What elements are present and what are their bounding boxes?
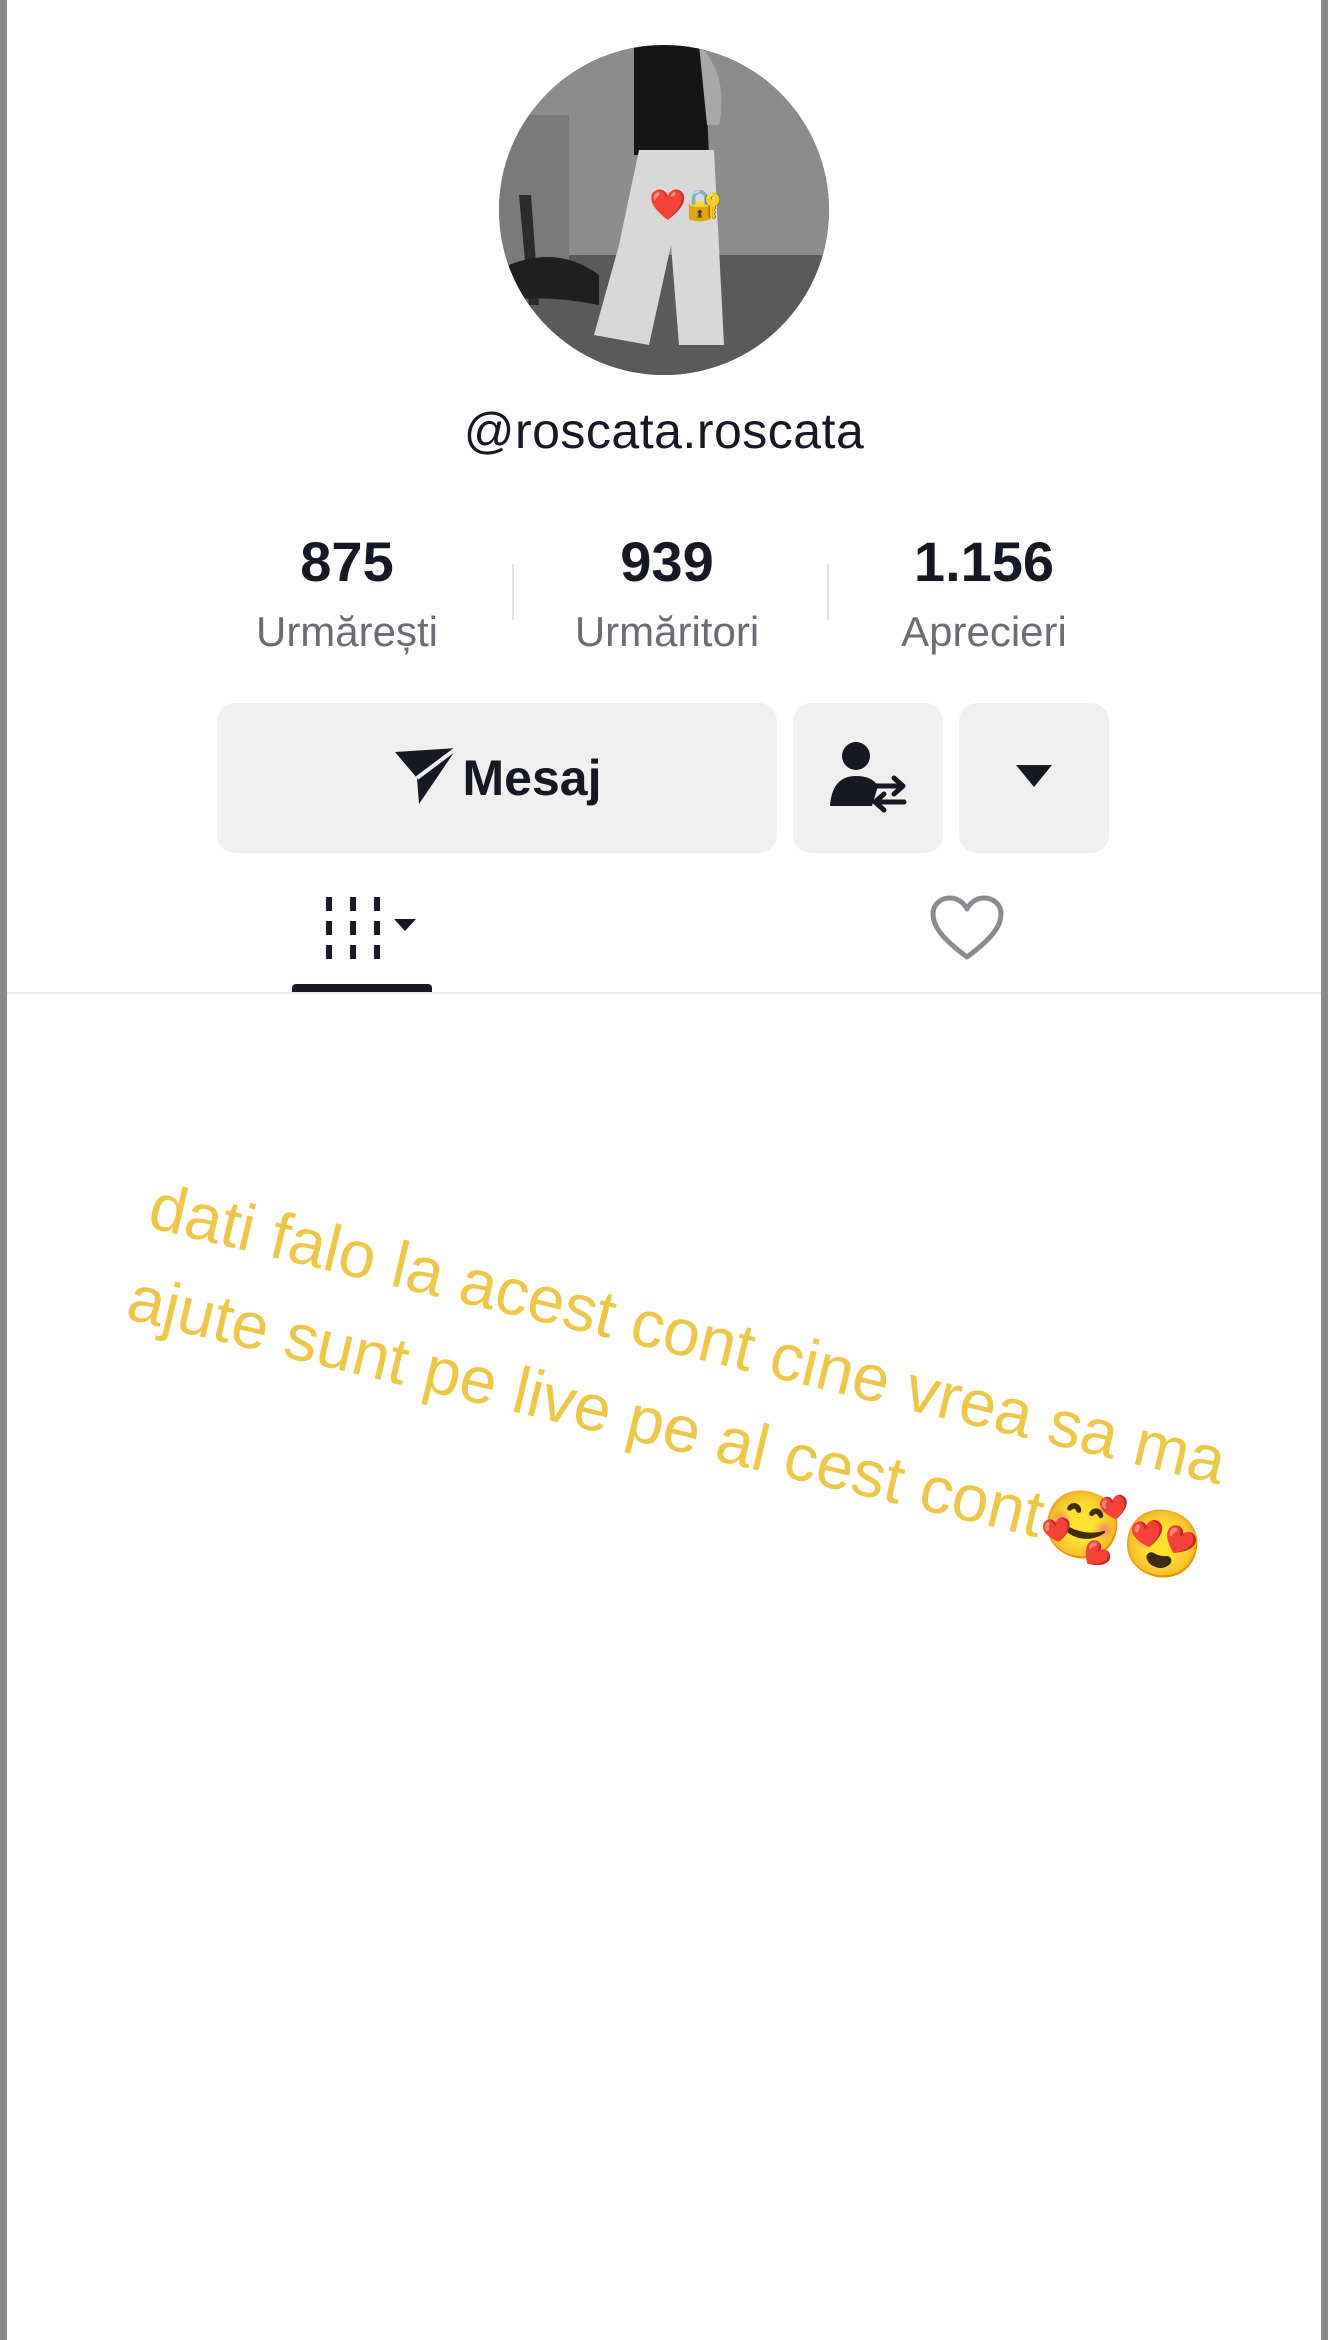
stat-followers-label: Urmăritori bbox=[574, 608, 760, 655]
username: @roscata.roscata bbox=[463, 403, 865, 459]
stat-following-label: Urmărești bbox=[255, 608, 438, 655]
avatar-photo: ❤️🔐 bbox=[499, 45, 829, 375]
more-options-button[interactable] bbox=[959, 703, 1109, 853]
stat-likes[interactable]: 1.156 Aprecieri bbox=[834, 522, 1134, 662]
content-tabs bbox=[7, 870, 1321, 994]
tab-liked[interactable] bbox=[912, 890, 1022, 970]
caret-down-icon bbox=[1014, 761, 1054, 796]
user-swap-icon bbox=[828, 736, 908, 821]
stat-divider bbox=[827, 564, 829, 620]
stat-followers-value: 939 bbox=[620, 530, 714, 593]
tab-videos[interactable] bbox=[317, 890, 427, 970]
active-tab-indicator bbox=[292, 984, 432, 992]
heart-outline-icon bbox=[930, 895, 1004, 966]
stat-followers[interactable]: 939 Urmăritori bbox=[517, 522, 817, 662]
profile-screen: ❤️🔐 @roscata.roscata 875 Urmărești 939 U… bbox=[7, 0, 1321, 2340]
stats-row: 875 Urmărești 939 Urmăritori 1.156 Aprec… bbox=[197, 522, 1137, 662]
message-button[interactable]: Mesaj bbox=[217, 703, 777, 853]
stat-following-value: 875 bbox=[300, 530, 394, 593]
stat-likes-value: 1.156 bbox=[913, 530, 1055, 593]
stat-likes-label: Aprecieri bbox=[901, 608, 1067, 655]
overlay-caption: dati falo la acest cont cine vrea sa ma … bbox=[120, 1168, 1234, 1590]
follow-button[interactable] bbox=[793, 703, 943, 853]
stat-divider bbox=[512, 564, 514, 620]
message-button-label: Mesaj bbox=[462, 750, 602, 806]
stat-following[interactable]: 875 Urmărești bbox=[197, 522, 497, 662]
send-icon bbox=[393, 745, 459, 811]
avatar[interactable]: ❤️🔐 bbox=[499, 45, 829, 375]
grid-icon bbox=[322, 893, 422, 968]
avatar-badge: ❤️🔐 bbox=[649, 188, 724, 222]
